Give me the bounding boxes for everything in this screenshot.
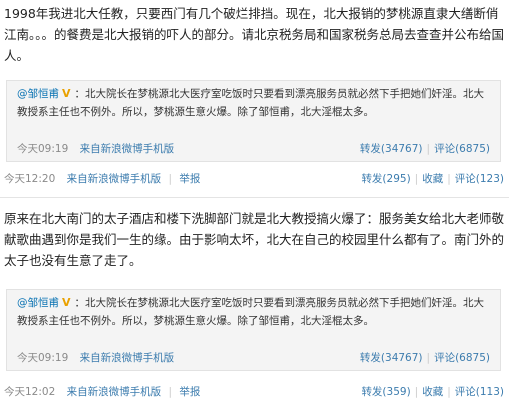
post-text: 原来在北大南门的太子酒店和楼下洗脚部门就是北大教授搞火爆了：服务美女给北大老师敬… xyxy=(4,211,505,268)
post-meta: 今天12:20 来自新浪微博手机版 | 举报 转发(295) | 收藏 | 评论(123… xyxy=(4,171,504,186)
favorite-link[interactable]: 收藏 xyxy=(422,384,443,399)
post-meta: 今天12:02 来自新浪微博手机版 | 举报 转发(359) | 收藏 | 评论(113… xyxy=(4,384,504,399)
comment-link[interactable]: 评论(123) xyxy=(455,171,504,186)
verified-icon: V xyxy=(62,296,71,309)
repost-text: ：北大院长在梦桃源北大医疗室吃饭时只要看到漂亮服务员就必然下手把她们奸淫。北大教… xyxy=(17,297,485,327)
repost-forward-link[interactable]: 转发(34767) xyxy=(360,141,423,156)
repost-meta: 今天09:19 来自新浪微博手机版 转发(34767) | 评论(6875) xyxy=(17,350,490,365)
repost-time[interactable]: 今天09:19 xyxy=(17,350,68,365)
report-link[interactable]: 举报 xyxy=(179,384,200,399)
repost-quote: @邹恒甫 V ：北大院长在梦桃源北大医疗室吃饭时只要看到漂亮服务员就必然下手把她们奸… xyxy=(6,80,501,162)
repost-time[interactable]: 今天09:19 xyxy=(17,141,68,156)
repost-comment-link[interactable]: 评论(6875) xyxy=(434,141,490,156)
comment-link[interactable]: 评论(113) xyxy=(455,384,504,399)
forward-link[interactable]: 转发(359) xyxy=(361,384,410,399)
report-link[interactable]: 举报 xyxy=(179,171,200,186)
post-source[interactable]: 来自新浪微博手机版 xyxy=(67,171,162,186)
repost-meta: 今天09:19 来自新浪微博手机版 转发(34767) | 评论(6875) xyxy=(17,141,490,156)
repost-text: ：北大院长在梦桃源北大医疗室吃饭时只要看到漂亮服务员就必然下手把她们奸淫。北大教… xyxy=(17,88,485,118)
repost-author-link[interactable]: @邹恒甫 xyxy=(17,297,59,309)
repost-source[interactable]: 来自新浪微博手机版 xyxy=(80,350,175,365)
post-source[interactable]: 来自新浪微博手机版 xyxy=(67,384,162,399)
repost-body: @邹恒甫 V ：北大院长在梦桃源北大医疗室吃饭时只要看到漂亮服务员就必然下手把她们奸… xyxy=(17,294,492,330)
post-divider xyxy=(0,197,509,198)
repost-body: @邹恒甫 V ：北大院长在梦桃源北大医疗室吃饭时只要看到漂亮服务员就必然下手把她们奸… xyxy=(17,85,492,121)
repost-forward-link[interactable]: 转发(34767) xyxy=(360,350,423,365)
repost-author-link[interactable]: @邹恒甫 xyxy=(17,88,59,100)
favorite-link[interactable]: 收藏 xyxy=(422,171,443,186)
repost-quote: @邹恒甫 V ：北大院长在梦桃源北大医疗室吃饭时只要看到漂亮服务员就必然下手把她们奸… xyxy=(6,289,501,371)
forward-link[interactable]: 转发(295) xyxy=(361,171,410,186)
verified-icon: V xyxy=(62,87,71,100)
post-time[interactable]: 今天12:02 xyxy=(4,384,55,399)
post-text: 1998年我进北大任教，只要西门有几个破烂排挡。现在，北大报销的梦桃源直隶大缮断… xyxy=(4,6,505,63)
post-time[interactable]: 今天12:20 xyxy=(4,171,55,186)
repost-comment-link[interactable]: 评论(6875) xyxy=(434,350,490,365)
repost-source[interactable]: 来自新浪微博手机版 xyxy=(80,141,175,156)
